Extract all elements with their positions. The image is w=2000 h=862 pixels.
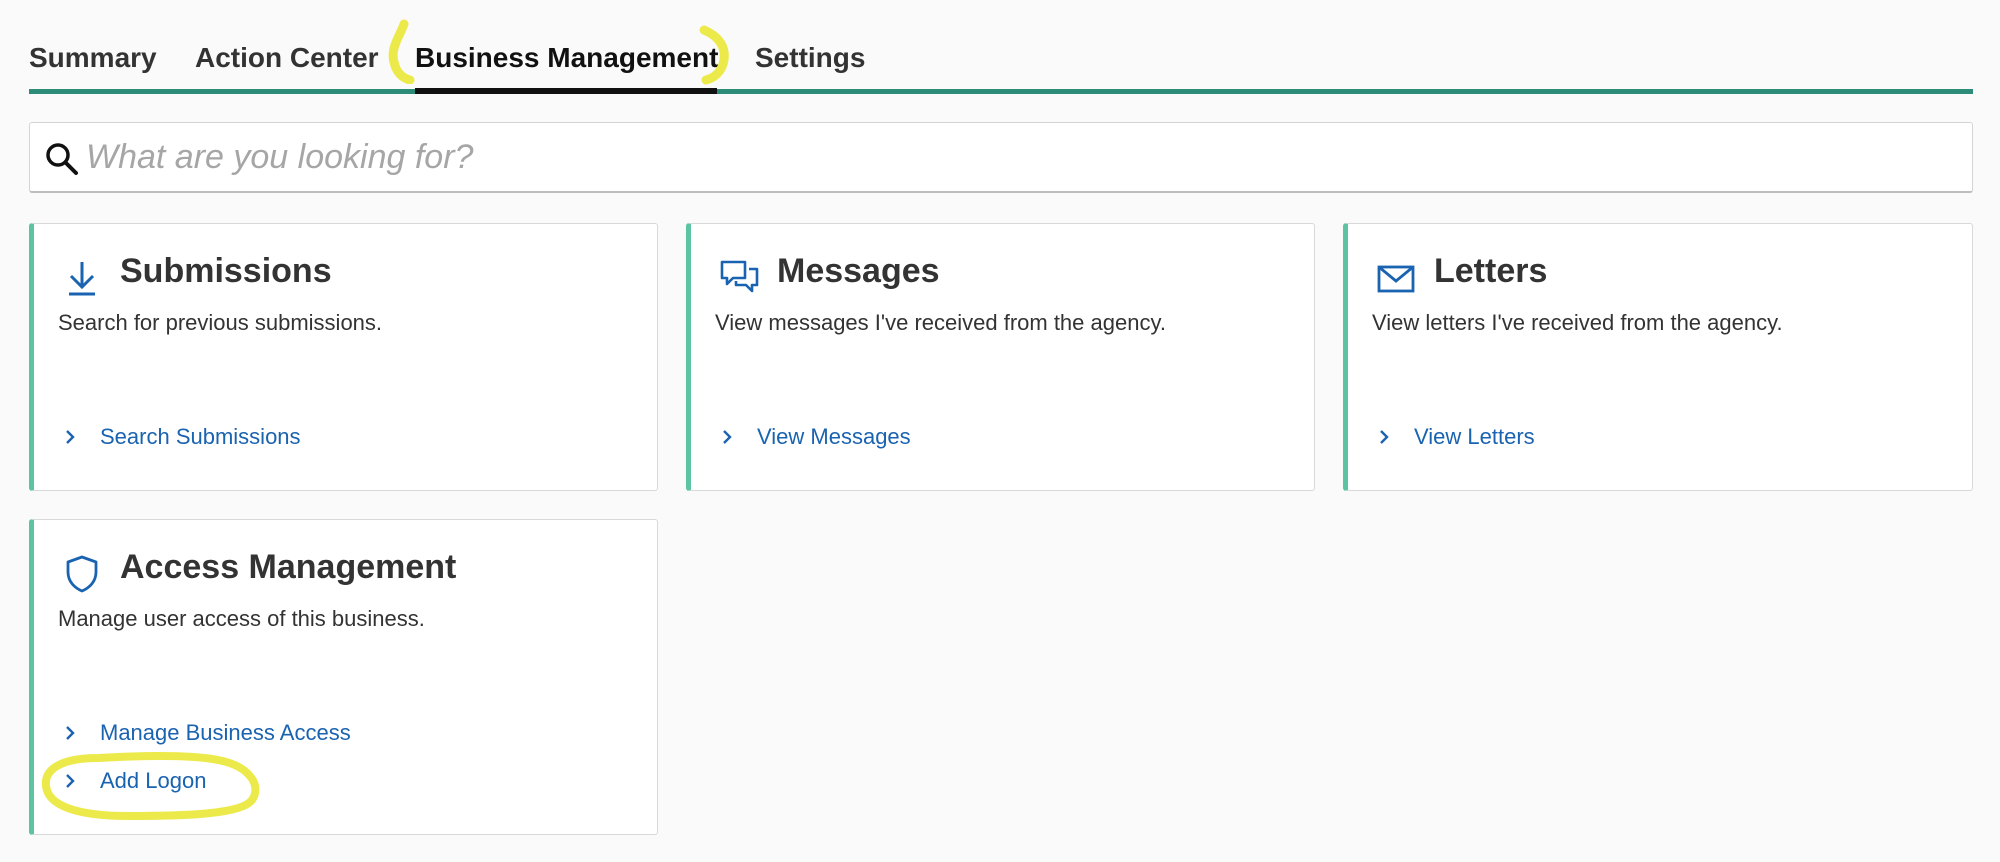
- tab-action-center[interactable]: Action Center: [195, 38, 379, 78]
- shield-icon: [66, 555, 98, 593]
- chevron-right-icon: [66, 774, 75, 788]
- view-letters-label: View Letters: [1414, 424, 1535, 449]
- download-icon: [69, 262, 95, 296]
- chevron-right-icon: [723, 430, 732, 444]
- chevron-right-icon: [66, 726, 75, 740]
- messages-description: View messages I've received from the age…: [715, 310, 1166, 335]
- search-icon: [46, 143, 78, 175]
- submissions-description: Search for previous submissions.: [58, 310, 383, 335]
- tab-business-management[interactable]: Business Management: [415, 38, 718, 78]
- manage-business-access-label: Manage Business Access: [100, 720, 351, 745]
- chevron-right-icon: [1380, 430, 1389, 444]
- add-logon-label: Add Logon: [100, 768, 207, 793]
- search-input[interactable]: [86, 123, 1946, 191]
- search-bar: [29, 122, 1973, 193]
- envelope-icon: [1377, 265, 1415, 293]
- search-submissions-link[interactable]: Search Submissions: [62, 424, 301, 450]
- access-management-title: Access Management: [120, 548, 457, 586]
- submissions-card: Submissions Search for previous submissi…: [29, 223, 658, 491]
- add-logon-link[interactable]: Add Logon: [62, 768, 206, 794]
- view-letters-link[interactable]: View Letters: [1376, 424, 1535, 450]
- letters-description: View letters I've received from the agen…: [1372, 310, 1783, 335]
- access-management-card: Access Management Manage user access of …: [29, 519, 658, 835]
- letters-card: Letters View letters I've received from …: [1343, 223, 1973, 491]
- access-management-description: Manage user access of this business.: [58, 606, 425, 631]
- messages-card: Messages View messages I've received fro…: [686, 223, 1315, 491]
- letters-title: Letters: [1434, 252, 1548, 290]
- tab-summary[interactable]: Summary: [29, 38, 157, 78]
- messages-title: Messages: [777, 252, 940, 290]
- view-messages-label: View Messages: [757, 424, 911, 449]
- chat-bubbles-icon: [720, 260, 759, 293]
- tab-settings[interactable]: Settings: [755, 38, 865, 78]
- submissions-title: Submissions: [120, 252, 332, 290]
- active-tab-indicator: [415, 88, 717, 94]
- search-submissions-label: Search Submissions: [100, 424, 301, 449]
- view-messages-link[interactable]: View Messages: [719, 424, 911, 450]
- tab-bar: Summary Action Center Business Managemen…: [29, 0, 1973, 94]
- chevron-right-icon: [66, 430, 75, 444]
- manage-business-access-link[interactable]: Manage Business Access: [62, 720, 351, 746]
